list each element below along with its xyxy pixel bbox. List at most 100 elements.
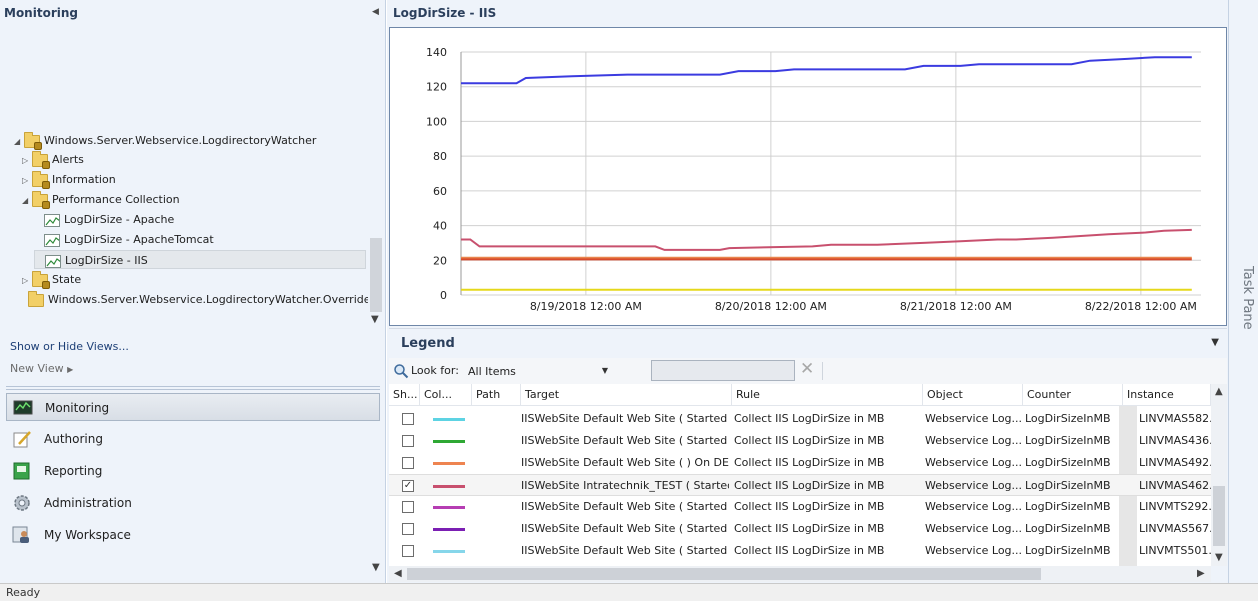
tree-item-alerts[interactable]: ▷ Alerts xyxy=(22,150,84,169)
legend-grid: Sh... Col... Path Target Rule Object Cou… xyxy=(389,384,1211,566)
expander-icon[interactable]: ▷ xyxy=(22,271,32,290)
cell-instance: LINVMAS462... xyxy=(1139,479,1211,492)
folder-icon xyxy=(28,290,44,307)
show-checkbox[interactable] xyxy=(402,501,414,513)
column-header-counter[interactable]: Counter xyxy=(1023,384,1123,406)
pane-title: Monitoring xyxy=(4,6,78,20)
search-input[interactable] xyxy=(651,360,795,381)
cell-target: IISWebSite Default Web Site ( Started ).… xyxy=(521,544,729,557)
workspace-monitoring-button[interactable]: Monitoring xyxy=(6,393,380,421)
scrollbar-thumb[interactable] xyxy=(370,238,382,312)
navigation-pane: Monitoring ◀ ▲ ◢Windows.Server.Webservic… xyxy=(0,0,386,583)
y-tick-label: 80 xyxy=(433,150,447,163)
tree-item-overrides[interactable]: Windows.Server.Webservice.LogdirectoryWa… xyxy=(18,290,376,309)
tree-item-label: Performance Collection xyxy=(52,193,180,206)
cell-counter: LogDirSizeInMB xyxy=(1025,456,1111,469)
legend-row[interactable]: IISWebSite Default Web Site ( Started ).… xyxy=(389,496,1211,518)
tree-item-information[interactable]: ▷ Information xyxy=(22,170,116,189)
series-color-swatch xyxy=(433,485,465,488)
workspace-my-workspace-button[interactable]: My Workspace xyxy=(6,521,380,549)
cell-counter: LogDirSizeInMB xyxy=(1025,479,1111,492)
scroll-down-icon[interactable]: ▼ xyxy=(1215,552,1223,563)
tree-item-state[interactable]: ▷ State xyxy=(22,270,81,289)
search-icon xyxy=(393,363,409,379)
scroll-left-icon[interactable]: ◀ xyxy=(394,568,402,579)
chevron-down-icon[interactable]: ▼ xyxy=(1211,337,1219,348)
tree-item-label: State xyxy=(52,273,82,286)
cell-object: Webservice Log... xyxy=(925,479,1021,492)
cell-instance: LINVMTS501.s xyxy=(1139,544,1211,557)
cell-object: Webservice Log... xyxy=(925,522,1021,535)
authoring-icon xyxy=(12,430,32,448)
column-header-rule[interactable]: Rule xyxy=(732,384,923,406)
show-checkbox[interactable] xyxy=(402,545,414,557)
tree-item-logdirsize-apachetomcat[interactable]: LogDirSize - ApacheTomcat xyxy=(34,230,214,249)
workspace-label: Reporting xyxy=(44,464,103,478)
performance-view-icon xyxy=(45,254,61,268)
workspace-administration-button[interactable]: Administration xyxy=(6,489,380,517)
tree-item-logdirsize-iis[interactable]: LogDirSize - IIS xyxy=(34,250,366,269)
expander-icon[interactable]: ▷ xyxy=(22,151,32,170)
column-header-color[interactable]: Col... xyxy=(420,384,472,406)
my-workspace-icon xyxy=(12,526,32,544)
column-header-instance[interactable]: Instance xyxy=(1123,384,1211,406)
tree-item-performance-collection[interactable]: ◢ Performance Collection xyxy=(22,190,180,209)
administration-icon xyxy=(12,494,32,512)
show-checkbox[interactable]: ✓ xyxy=(402,480,414,492)
legend-row[interactable]: IISWebSite Default Web Site ( Started ).… xyxy=(389,540,1211,562)
show-checkbox[interactable] xyxy=(402,457,414,469)
expander-icon[interactable]: ◢ xyxy=(22,191,32,210)
column-header-object[interactable]: Object xyxy=(923,384,1023,406)
cell-target: IISWebSite Default Web Site ( Started ).… xyxy=(521,500,729,513)
legend-row[interactable]: IISWebSite Default Web Site ( ) On DE...… xyxy=(389,452,1211,474)
workspace-label: Monitoring xyxy=(45,401,110,415)
show-hide-views-link[interactable]: Show or Hide Views... xyxy=(10,340,129,353)
show-checkbox[interactable] xyxy=(402,435,414,447)
y-tick-label: 40 xyxy=(433,220,447,233)
workspace-authoring-button[interactable]: Authoring xyxy=(6,425,380,453)
expander-icon[interactable]: ◢ xyxy=(14,132,24,151)
show-checkbox[interactable] xyxy=(402,523,414,535)
task-pane-collapsed[interactable]: Task Pane xyxy=(1228,0,1258,583)
status-text: Ready xyxy=(6,586,41,599)
tree-item-logdirectorywatcher[interactable]: ◢ Windows.Server.Webservice.LogdirectoryW… xyxy=(14,131,316,150)
series-color-swatch xyxy=(433,462,465,465)
column-header-target[interactable]: Target xyxy=(521,384,732,406)
task-pane-label: Task Pane xyxy=(1240,266,1255,330)
show-checkbox[interactable] xyxy=(402,413,414,425)
dropdown-arrow-icon: ▼ xyxy=(601,366,608,375)
workspace-options-icon[interactable]: ▼ xyxy=(372,562,380,573)
cell-path xyxy=(472,408,521,430)
tree-scrollbar[interactable]: ▼ xyxy=(368,30,384,328)
column-header-path[interactable]: Path xyxy=(472,384,521,406)
scroll-right-icon[interactable]: ▶ xyxy=(1197,568,1205,579)
legend-row[interactable]: IISWebSite Default Web Site ( Started ).… xyxy=(389,430,1211,452)
workspace-label: Administration xyxy=(44,496,132,510)
tree-item-label: LogDirSize - Apache xyxy=(64,213,175,226)
column-header-show[interactable]: Sh... xyxy=(389,384,420,406)
grid-vertical-scrollbar[interactable]: ▲ ▼ xyxy=(1211,384,1227,566)
legend-row[interactable]: IISWebSite Default Web Site ( Started ).… xyxy=(389,518,1211,540)
clear-search-icon[interactable]: ✕ xyxy=(800,359,814,379)
legend-row[interactable]: ✓ IISWebSite Intratechnik_TEST ( Started … xyxy=(389,474,1211,496)
cell-instance: LINVMAS582... xyxy=(1139,412,1211,425)
cell-counter: LogDirSizeInMB xyxy=(1025,500,1111,513)
scrollbar-thumb[interactable] xyxy=(1213,486,1225,546)
grid-horizontal-scrollbar[interactable]: ◀ ▶ xyxy=(389,566,1211,582)
cell-target: IISWebSite Intratechnik_TEST ( Started .… xyxy=(521,479,729,492)
y-tick-label: 20 xyxy=(433,254,447,267)
scrollbar-thumb[interactable] xyxy=(407,568,1041,580)
grid-header: Sh... Col... Path Target Rule Object Cou… xyxy=(389,384,1211,406)
scroll-down-icon[interactable]: ▼ xyxy=(371,314,379,325)
cell-rule: Collect IIS LogDirSize in MB xyxy=(734,479,885,492)
new-view-menu[interactable]: New View ▶ xyxy=(10,362,73,375)
scroll-up-icon[interactable]: ▲ xyxy=(1215,386,1223,397)
look-for-dropdown[interactable]: All Items ▼ xyxy=(465,361,613,381)
expander-icon[interactable]: ▷ xyxy=(22,171,32,190)
legend-row[interactable]: IISWebSite Default Web Site ( Started ).… xyxy=(389,408,1211,430)
workspace-divider[interactable] xyxy=(6,386,380,390)
cell-target: IISWebSite Default Web Site ( Started ).… xyxy=(521,522,729,535)
workspace-reporting-button[interactable]: Reporting xyxy=(6,457,380,485)
collapse-pane-icon[interactable]: ◀ xyxy=(372,7,379,17)
tree-item-logdirsize-apache[interactable]: LogDirSize - Apache xyxy=(34,210,174,229)
